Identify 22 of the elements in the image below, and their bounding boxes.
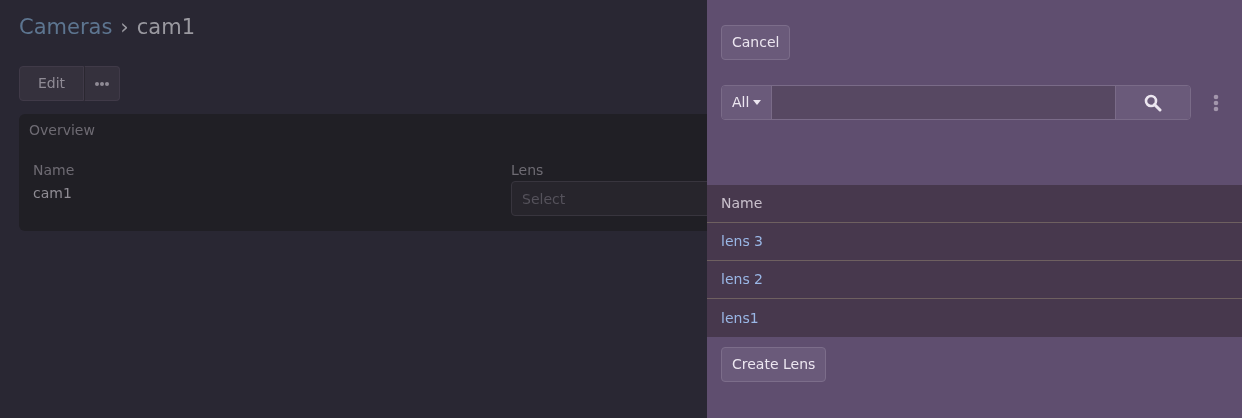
breadcrumb-separator: › xyxy=(120,14,129,41)
field-label: Lens xyxy=(511,160,545,180)
edit-button[interactable]: Edit xyxy=(19,65,85,101)
cancel-button[interactable]: Cancel xyxy=(721,25,791,60)
more-icon xyxy=(94,80,111,87)
lens-link[interactable]: lens 2 xyxy=(721,269,764,290)
search-icon xyxy=(1144,93,1162,112)
column-header: Name xyxy=(721,194,763,213)
kebab-menu-icon[interactable] xyxy=(1213,93,1219,112)
card-title: Overview xyxy=(29,120,96,140)
search-button[interactable] xyxy=(1115,86,1190,119)
field-label: Name xyxy=(33,160,76,180)
breadcrumb-link[interactable]: Cameras xyxy=(19,12,113,44)
create-lens-button[interactable]: Create Lens xyxy=(721,347,827,382)
filter-dropdown[interactable]: All xyxy=(722,86,773,119)
field-value: cam1 xyxy=(33,183,73,203)
lens-link[interactable]: lens1 xyxy=(721,307,759,329)
more-button[interactable] xyxy=(84,65,121,101)
search-field[interactable] xyxy=(772,86,1115,119)
page-title: cam1 xyxy=(136,14,195,41)
caret-icon xyxy=(753,100,762,105)
lens-link[interactable]: lens 3 xyxy=(721,231,764,252)
